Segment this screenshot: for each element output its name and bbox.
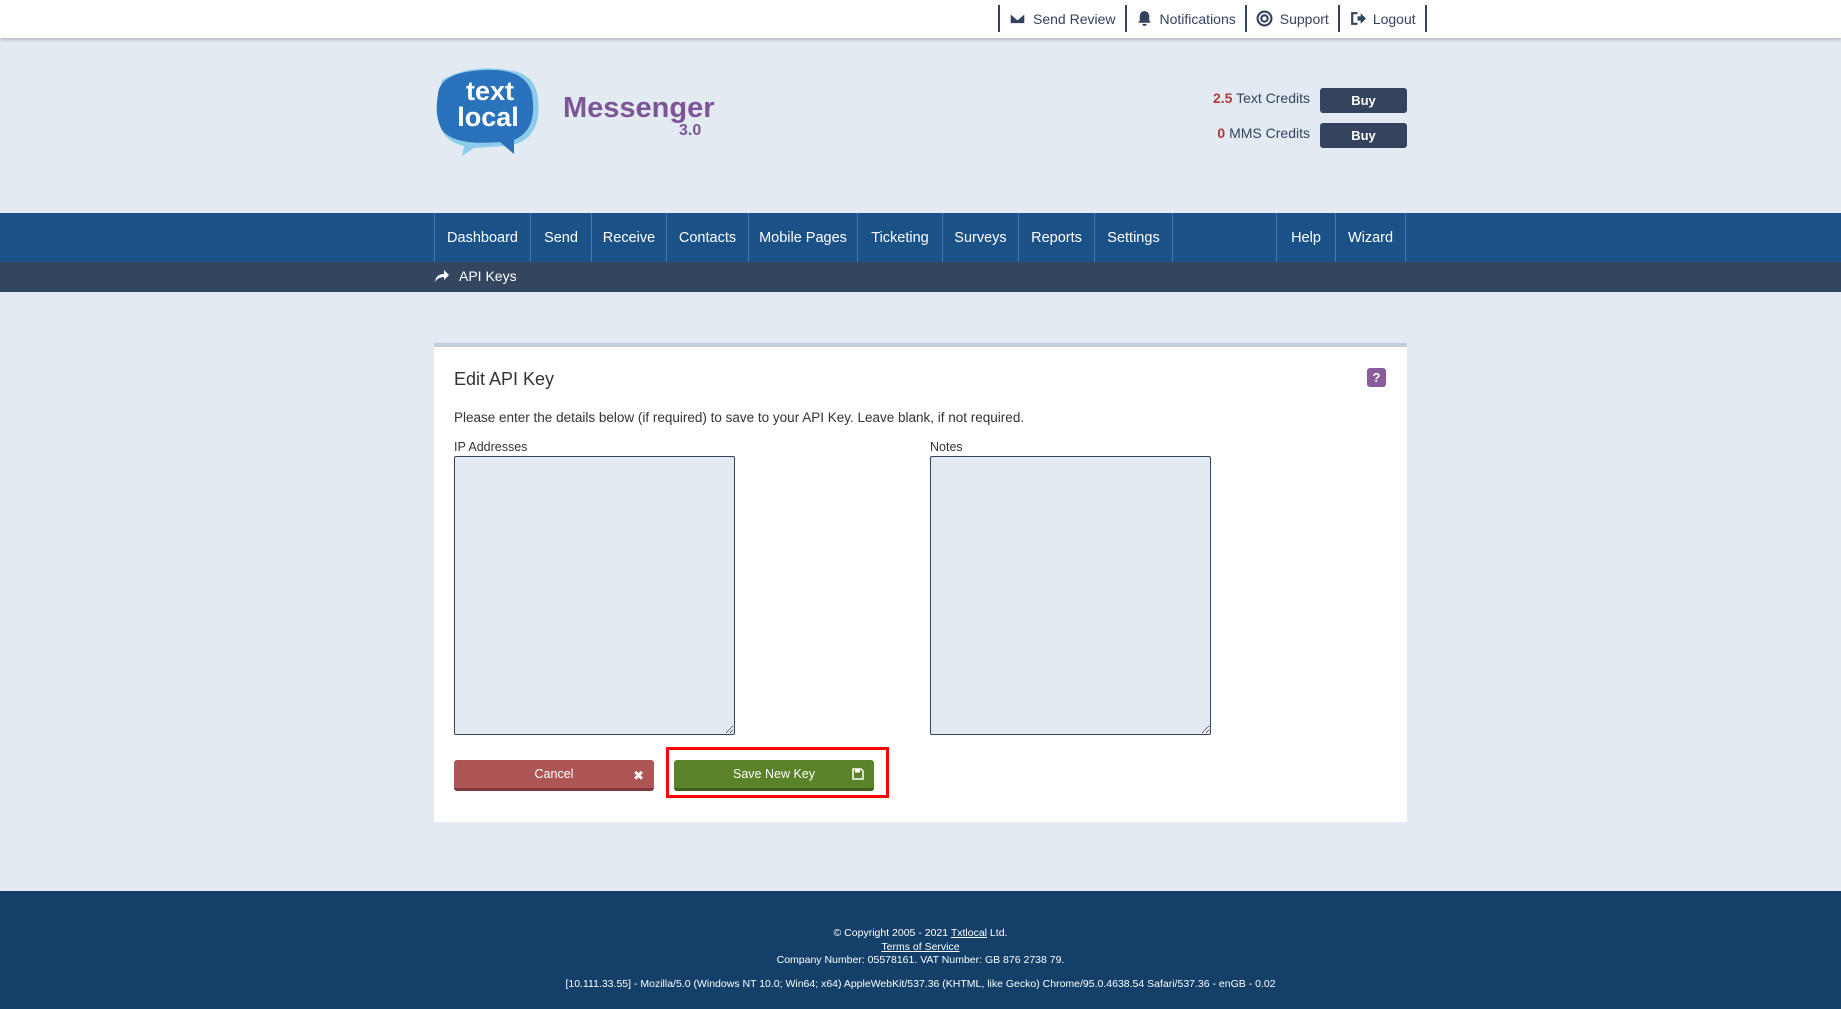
close-icon: ✖ — [633, 768, 644, 783]
bell-icon — [1137, 11, 1151, 26]
breadcrumb-api-keys[interactable]: API Keys — [459, 268, 517, 284]
mms-credits-label: MMS Credits — [1229, 125, 1310, 141]
form-description: Please enter the details below (if requi… — [454, 410, 1025, 425]
notifications-link[interactable]: Notifications — [1127, 5, 1247, 32]
nav-receive[interactable]: Receive — [591, 213, 666, 262]
notes-input[interactable] — [930, 456, 1211, 735]
cancel-button[interactable]: Cancel ✖ — [454, 760, 654, 791]
main-nav: Dashboard Send Receive Contacts Mobile P… — [0, 213, 1841, 262]
buy-text-credits-button[interactable]: Buy — [1320, 88, 1407, 113]
footer: © Copyright 2005 - 2021 Txtlocal Ltd. Te… — [0, 891, 1841, 1009]
edit-api-key-panel: Edit API Key ? Please enter the details … — [434, 343, 1407, 822]
app-name: Messenger — [563, 92, 715, 124]
nav-help[interactable]: Help — [1276, 213, 1335, 262]
help-icon[interactable]: ? — [1367, 368, 1386, 387]
mms-credits: 0 MMS Credits — [1217, 125, 1310, 141]
floppy-disk-icon — [852, 768, 864, 783]
text-credits-value: 2.5 — [1212, 90, 1233, 106]
nav-surveys[interactable]: Surveys — [942, 213, 1018, 262]
text-credits: 2.5 Text Credits — [1213, 90, 1310, 106]
nav-wizard[interactable]: Wizard — [1335, 213, 1406, 262]
terms-of-service-link[interactable]: Terms of Service — [881, 941, 959, 953]
notifications-label: Notifications — [1159, 10, 1236, 27]
text-credits-label: Text Credits — [1236, 90, 1310, 106]
logout-icon — [1350, 12, 1366, 25]
txtlocal-link[interactable]: Txtlocal — [951, 927, 987, 939]
nav-dashboard[interactable]: Dashboard — [434, 213, 530, 262]
share-arrow-icon — [435, 270, 449, 282]
envelope-icon — [1009, 12, 1026, 25]
app-version: 3.0 — [679, 122, 702, 139]
send-review-link[interactable]: Send Review — [1000, 5, 1127, 32]
support-link[interactable]: Support — [1247, 5, 1340, 32]
svg-text:local: local — [457, 102, 519, 132]
notes-label: Notes — [930, 440, 963, 454]
nav-ticketing[interactable]: Ticketing — [857, 213, 942, 262]
support-label: Support — [1279, 10, 1329, 27]
nav-reports[interactable]: Reports — [1018, 213, 1094, 262]
copyright: © Copyright 2005 - 2021 Txtlocal Ltd. — [0, 927, 1841, 939]
ip-addresses-label: IP Addresses — [454, 440, 528, 454]
send-review-label: Send Review — [1033, 10, 1116, 27]
logout-label: Logout — [1372, 10, 1416, 27]
buy-mms-credits-button[interactable]: Buy — [1320, 123, 1407, 148]
nav-contacts[interactable]: Contacts — [666, 213, 748, 262]
save-new-key-button[interactable]: Save New Key — [674, 760, 874, 791]
copyright-text: © Copyright 2005 - 2021 — [833, 927, 951, 939]
nav-mobile-pages[interactable]: Mobile Pages — [748, 213, 857, 262]
cancel-label: Cancel — [534, 767, 574, 781]
nav-settings[interactable]: Settings — [1094, 213, 1173, 262]
logout-link[interactable]: Logout — [1340, 5, 1427, 32]
nav-send[interactable]: Send — [530, 213, 591, 262]
top-bar: Send Review Notifications Support Logout — [0, 0, 1841, 38]
page-title: Edit API Key — [454, 369, 555, 389]
textlocal-logo[interactable]: text local — [434, 66, 546, 161]
top-links: Send Review Notifications Support Logout — [998, 5, 1427, 32]
user-agent-info: [10.111.33.55] - Mozilla/5.0 (Windows NT… — [565, 978, 1276, 990]
ip-addresses-input[interactable] — [454, 456, 735, 735]
breadcrumb: API Keys — [0, 262, 1841, 292]
mms-credits-value: 0 — [1217, 125, 1226, 141]
save-label: Save New Key — [733, 767, 815, 781]
company-info: Company Number: 05578161. VAT Number: GB… — [776, 954, 1065, 966]
lifebuoy-icon — [1256, 10, 1273, 27]
copyright-suffix: Ltd. — [987, 927, 1008, 939]
